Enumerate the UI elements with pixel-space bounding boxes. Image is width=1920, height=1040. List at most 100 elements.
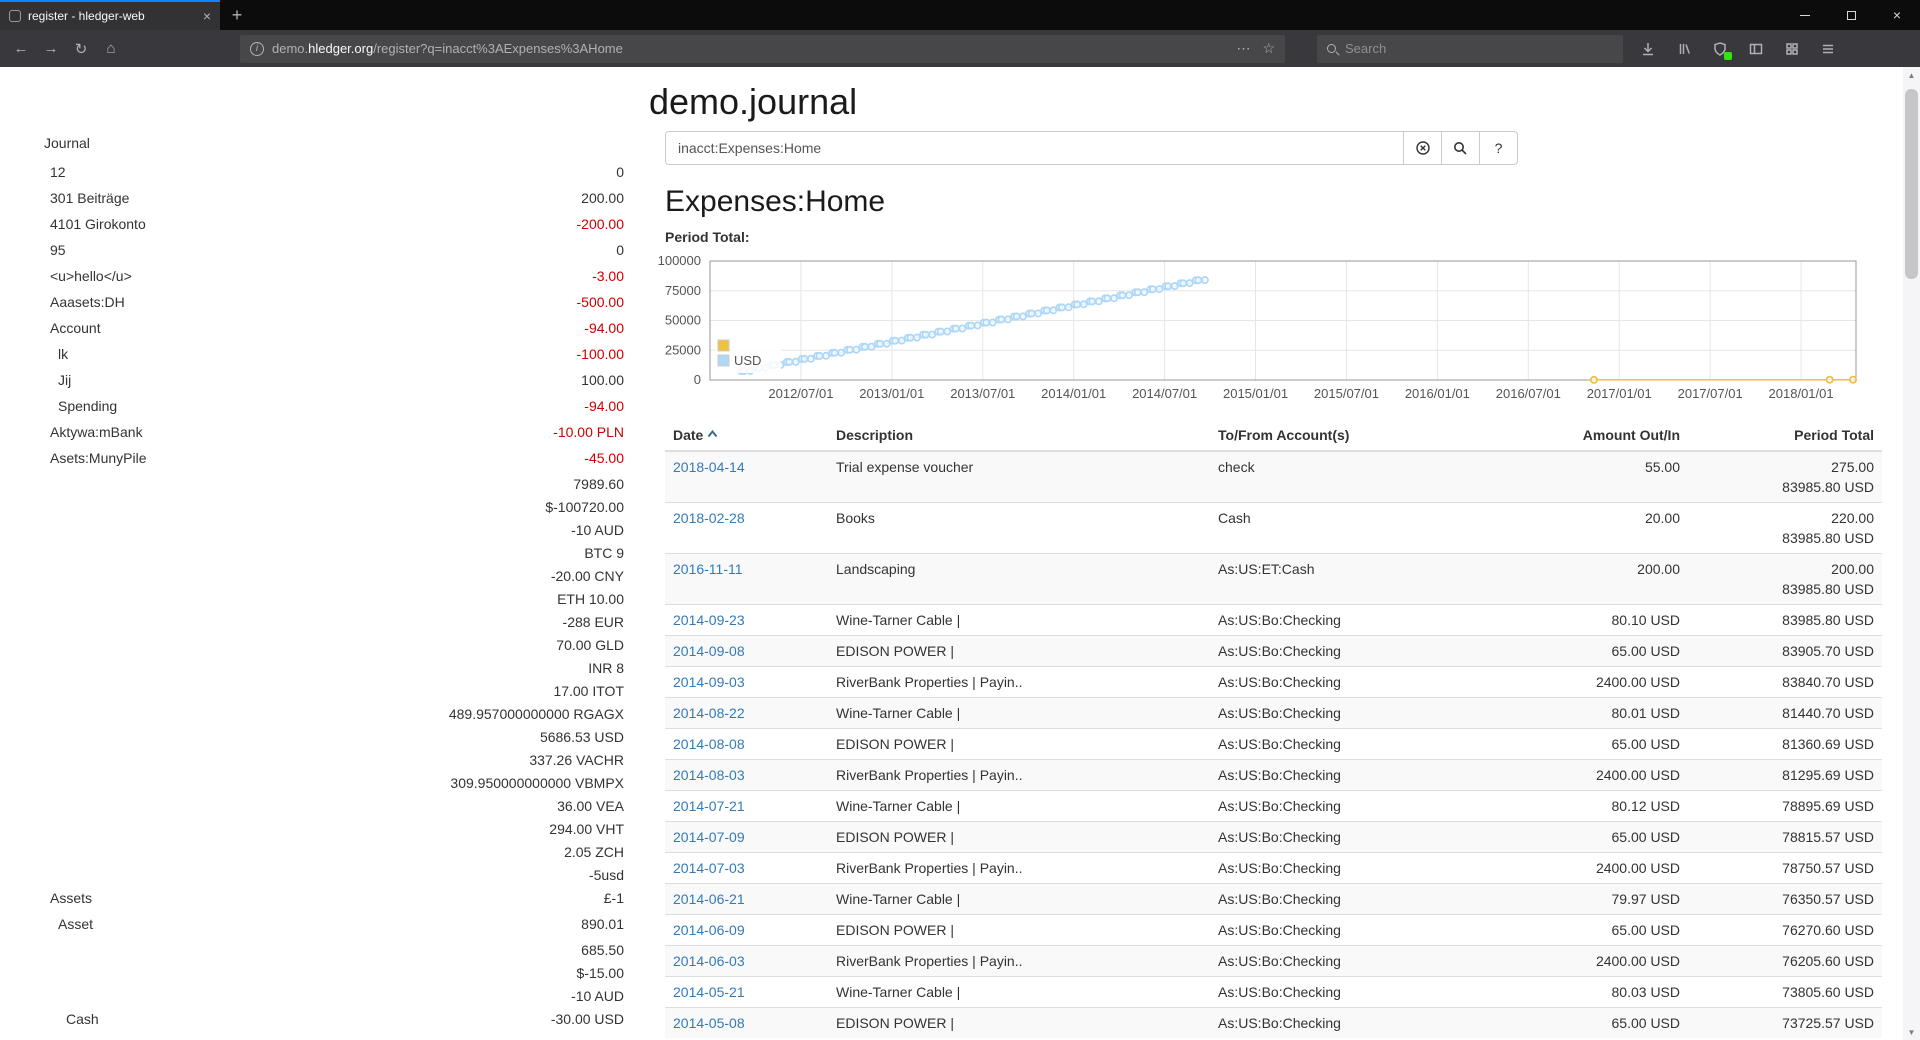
account-name[interactable]: Aaasets:DH <box>44 291 577 314</box>
download-button[interactable] <box>1633 35 1663 63</box>
transaction-date-link[interactable]: 2018-02-28 <box>673 510 745 526</box>
transaction-date-link[interactable]: 2014-09-23 <box>673 612 745 628</box>
transaction-date-link[interactable]: 2014-08-22 <box>673 705 745 721</box>
account-name[interactable]: Asset <box>44 913 581 936</box>
account-name[interactable]: <u>hello</u> <box>44 265 592 288</box>
browser-search-bar[interactable]: Search <box>1317 35 1623 63</box>
account-name[interactable]: Cash <box>44 1008 551 1031</box>
query-input[interactable] <box>665 131 1404 165</box>
register-row: 2016-11-11 Landscaping As:US:ET:Cash 200… <box>665 554 1882 605</box>
sidebar-account-row[interactable]: 4101 Girokonto -200.00 <box>44 211 624 237</box>
help-button[interactable]: ? <box>1479 131 1518 165</box>
sidebar-account-row[interactable]: Jij 100.00 <box>44 367 624 393</box>
sidebar-account-row[interactable]: -117.00 <box>44 1032 624 1040</box>
account-name[interactable]: Asets:MunyPile <box>44 447 584 470</box>
transaction-date-link[interactable]: 2014-06-03 <box>673 953 745 969</box>
transaction-date-link[interactable]: 2014-05-21 <box>673 984 745 1000</box>
register-row: 2014-06-03 RiverBank Properties | Payin.… <box>665 946 1882 977</box>
svg-text:2013/01/01: 2013/01/01 <box>859 386 924 401</box>
extension-button[interactable] <box>1705 35 1735 63</box>
minimize-icon <box>1800 15 1810 16</box>
sidebar-journal-link[interactable]: Journal <box>44 133 624 153</box>
account-name[interactable]: 95 <box>44 239 616 262</box>
account-name[interactable]: lk <box>44 343 577 366</box>
transaction-date-link[interactable]: 2014-06-09 <box>673 922 745 938</box>
chart-series-USD <box>738 277 1208 374</box>
reload-button[interactable]: ↻ <box>66 35 96 63</box>
scroll-up-icon[interactable]: ▲ <box>1903 67 1920 83</box>
sidebar-account-row[interactable]: Aktywa:mBank -10.00 PLN <box>44 419 624 445</box>
account-name[interactable]: Account <box>44 317 584 340</box>
home-button[interactable]: ⌂ <box>96 35 126 63</box>
account-name[interactable]: 4101 Girokonto <box>44 213 577 236</box>
sidebar-account-row[interactable]: lk -100.00 <box>44 341 624 367</box>
transaction-amount: 20.00 <box>1460 503 1688 554</box>
transaction-date-link[interactable]: 2014-05-08 <box>673 1015 745 1031</box>
transaction-account: As:US:Bo:Checking <box>1210 977 1460 1008</box>
transaction-date-link[interactable]: 2014-08-08 <box>673 736 745 752</box>
sidebar-toggle-button[interactable] <box>1741 35 1771 63</box>
sidebar-account-row[interactable]: Asset 890.01 <box>44 911 624 937</box>
clear-query-button[interactable] <box>1403 131 1442 165</box>
account-balance: 0 <box>616 239 624 262</box>
scrollbar-thumb[interactable] <box>1905 89 1918 279</box>
transaction-date-link[interactable]: 2014-08-03 <box>673 767 745 783</box>
transaction-date-link[interactable]: 2014-06-21 <box>673 891 745 907</box>
col-accounts[interactable]: To/From Account(s) <box>1210 420 1460 451</box>
transaction-period-total: 83985.80 USD <box>1688 605 1882 636</box>
site-info-icon[interactable]: i <box>250 42 264 56</box>
window-close-button[interactable]: × <box>1874 0 1920 30</box>
submit-search-button[interactable] <box>1441 131 1480 165</box>
transaction-date-link[interactable]: 2014-07-21 <box>673 798 745 814</box>
window-minimize-button[interactable] <box>1782 0 1828 30</box>
transaction-period-total: 78895.69 USD <box>1688 791 1882 822</box>
account-name[interactable]: Jij <box>44 369 581 392</box>
transaction-date-link[interactable]: 2014-09-03 <box>673 674 745 690</box>
forward-button[interactable]: → <box>36 35 66 63</box>
account-name[interactable]: Spending <box>44 395 584 418</box>
transaction-date-link[interactable]: 2016-11-11 <box>673 561 743 577</box>
page-actions-icon[interactable]: ⋯ <box>1236 40 1250 57</box>
apps-button[interactable] <box>1777 35 1807 63</box>
col-description[interactable]: Description <box>828 420 1210 451</box>
sidebar-account-row[interactable]: Spending -94.00 <box>44 393 624 419</box>
new-tab-button[interactable]: + <box>220 0 254 30</box>
sidebar-account-row[interactable]: Aaasets:DH -500.00 <box>44 289 624 315</box>
sidebar-account-row[interactable]: Account -94.00 <box>44 315 624 341</box>
col-date[interactable]: Date <box>665 420 828 451</box>
back-button[interactable]: ← <box>6 35 36 63</box>
col-amount[interactable]: Amount Out/In <box>1460 420 1688 451</box>
transaction-date-link[interactable]: 2018-04-14 <box>673 459 745 475</box>
sort-asc-icon <box>707 430 718 438</box>
transaction-date-link[interactable]: 2014-07-09 <box>673 829 745 845</box>
account-name[interactable]: Assets <box>44 887 449 910</box>
account-name[interactable]: Aktywa:mBank <box>44 421 553 444</box>
menu-button[interactable] <box>1813 35 1843 63</box>
account-name[interactable]: 12 <box>44 161 616 184</box>
transaction-period-total: 73805.60 USD <box>1688 977 1882 1008</box>
sidebar-account-row[interactable]: 12 0 <box>44 159 624 185</box>
url-bar[interactable]: i demo.hledger.org/register?q=inacct%3AE… <box>240 35 1285 63</box>
transaction-date-link[interactable]: 2014-09-08 <box>673 643 745 659</box>
account-name[interactable]: 301 Beiträge <box>44 187 581 210</box>
sidebar-account-row[interactable]: <u>hello</u> -3.00 <box>44 263 624 289</box>
sidebar-account-row[interactable]: Cash 685.50$-15.00-10 AUD-30.00 USD <box>44 937 624 1032</box>
sidebar-account-row[interactable]: Asets:MunyPile -45.00 <box>44 445 624 471</box>
library-button[interactable] <box>1669 35 1699 63</box>
transaction-amount: 2400.00 USD <box>1460 760 1688 791</box>
transaction-account: Cash <box>1210 503 1460 554</box>
tab-close-icon[interactable]: × <box>203 9 211 23</box>
transaction-date-link[interactable]: 2014-07-03 <box>673 860 745 876</box>
col-period-total[interactable]: Period Total <box>1688 420 1882 451</box>
sidebar-account-row[interactable]: 95 0 <box>44 237 624 263</box>
scroll-down-icon[interactable]: ▼ <box>1903 1024 1920 1040</box>
transaction-account: As:US:Bo:Checking <box>1210 946 1460 977</box>
page-scrollbar[interactable]: ▲ ▼ <box>1903 67 1920 1040</box>
sidebar-account-row[interactable]: Assets 7989.60$-100720.00-10 AUDBTC 9-20… <box>44 471 624 911</box>
transaction-account: As:US:ET:Cash <box>1210 554 1460 605</box>
register-table-body: 2018-04-14 Trial expense voucher check 5… <box>665 451 1882 1038</box>
sidebar-account-row[interactable]: 301 Beiträge 200.00 <box>44 185 624 211</box>
bookmark-star-icon[interactable]: ☆ <box>1262 40 1275 57</box>
window-maximize-button[interactable] <box>1828 0 1874 30</box>
browser-tab[interactable]: register - hledger-web × <box>0 0 220 30</box>
